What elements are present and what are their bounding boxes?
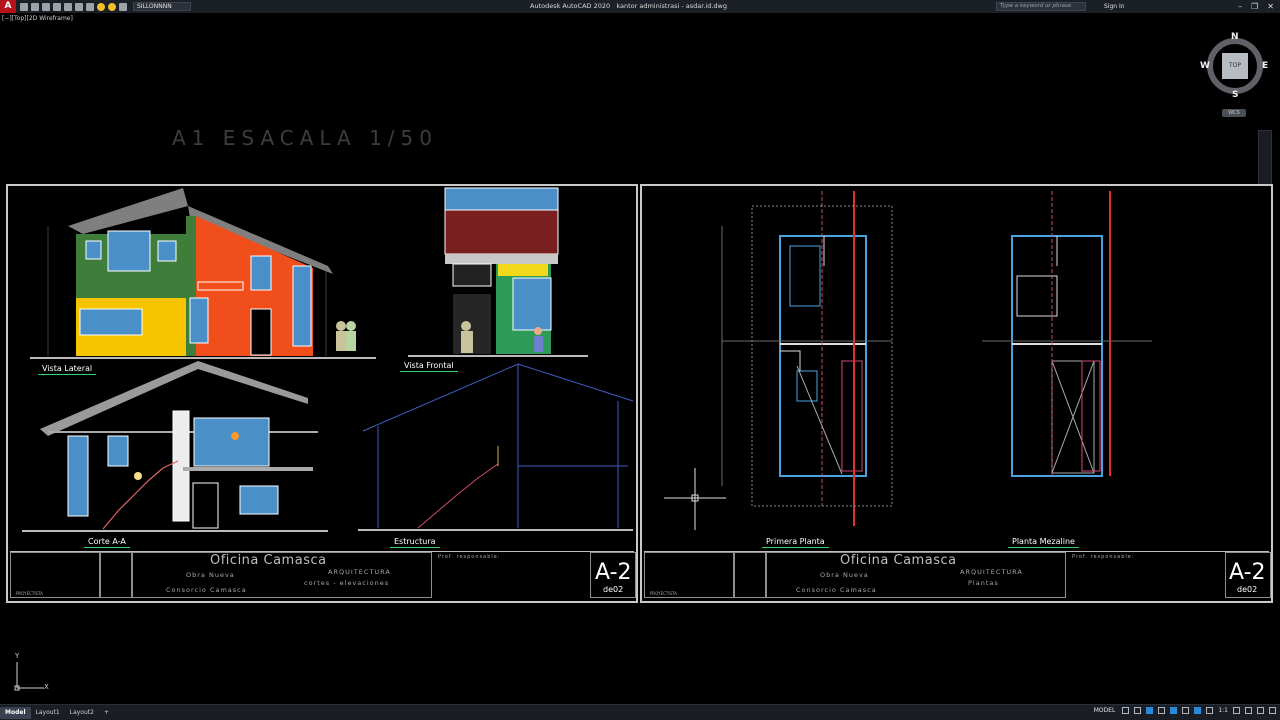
tb-prof: Prof. responsable: [1072, 554, 1135, 560]
sheet-plans[interactable]: Primera Planta Planta Mezaline PROYECTIS… [640, 184, 1273, 603]
undo-icon[interactable] [75, 2, 83, 11]
tb-sheet-number: A-2 [595, 560, 632, 585]
tb-consorcio: Consorcio Camasca [796, 586, 877, 594]
label-vista-lateral: Vista Lateral [37, 364, 97, 375]
vista-frontal-drawing [408, 187, 588, 357]
window-controls: – ❐ ✕ [1238, 0, 1274, 13]
tb-proyectista: PROYECTISTA [16, 591, 43, 596]
osnap-icon[interactable] [1170, 707, 1178, 714]
wcs-menu[interactable]: WCS [1222, 109, 1246, 117]
sheet-elevations[interactable]: Vista Lateral Vista Frontal Corte A-A Es… [6, 184, 638, 603]
close-icon[interactable]: ✕ [1267, 0, 1274, 13]
tab-model[interactable]: Model [0, 706, 31, 719]
tb-de: de02 [603, 585, 624, 594]
corte-drawing [22, 361, 328, 532]
settings-gear-icon[interactable] [1233, 707, 1240, 714]
tb-sheet-number: A-2 [1229, 560, 1266, 585]
sheet-scale-heading: A1 ESACALA 1/50 [172, 126, 438, 150]
tb-area: ARQUITECTURA [960, 568, 1023, 576]
new-icon[interactable] [20, 2, 28, 11]
app-title: Autodesk AutoCAD 2020 [530, 2, 611, 10]
minimize-icon[interactable]: – [1238, 0, 1242, 13]
sign-in-button[interactable]: Sign In [1104, 0, 1125, 13]
layer-lock-icon[interactable] [119, 2, 127, 11]
open-icon[interactable] [31, 2, 39, 11]
autocad-logo[interactable]: A [0, 0, 16, 13]
annotation-scale[interactable]: 1:1 [1218, 707, 1228, 714]
compass-east[interactable]: E [1262, 61, 1268, 71]
save-icon[interactable] [42, 2, 50, 11]
title-bar: A SILLONNNN Autodesk AutoCAD 2020 kantor… [0, 0, 1280, 13]
selection-cycling-icon[interactable] [1194, 707, 1202, 714]
tb-office: Oficina Camasca [210, 553, 327, 568]
add-layout-button[interactable]: + [99, 707, 114, 719]
grid-icon[interactable] [1122, 707, 1130, 714]
status-tools: MODEL 1:1 [1094, 707, 1276, 714]
tb-de: de02 [1237, 585, 1258, 594]
label-vista-frontal: Vista Frontal [400, 361, 458, 372]
label-primera-planta: Primera Planta [762, 537, 829, 548]
lineweight-icon[interactable] [1182, 707, 1190, 714]
ortho-icon[interactable] [1146, 707, 1154, 714]
tb-prof: Prof. responsable: [438, 554, 501, 560]
tab-layout2[interactable]: Layout2 [65, 707, 99, 719]
title-block-left: PROYECTISTA Oficina Camasca Obra Nueva C… [10, 551, 636, 599]
title-block-right: PROYECTISTA Oficina Camasca Obra Nueva C… [644, 551, 1271, 599]
restore-icon[interactable]: ❐ [1251, 0, 1258, 13]
customize-icon[interactable] [1269, 707, 1276, 714]
annotation-icon[interactable] [1206, 707, 1214, 714]
tb-contenido: cortes - elevaciones [304, 579, 390, 587]
search-input[interactable]: Type a keyword or phrase [996, 2, 1086, 11]
ucs-icon: Y X [10, 652, 50, 692]
redo-icon[interactable] [86, 2, 94, 11]
tb-consorcio: Consorcio Camasca [166, 586, 247, 594]
layer-on-icon[interactable] [97, 2, 105, 11]
tb-proyectista: PROYECTISTA [650, 591, 677, 596]
layer-freeze-icon[interactable] [108, 2, 116, 11]
ucs-x-label: X [44, 683, 49, 691]
compass-west[interactable]: W [1200, 61, 1210, 71]
save-as-icon[interactable] [53, 2, 61, 11]
status-bar: Model Layout1 Layout2 + MODEL 1:1 [0, 704, 1280, 720]
planta-mezaline-drawing [982, 191, 1152, 477]
layer-dropdown[interactable]: SILLONNNN [133, 2, 191, 11]
viewport-controls[interactable]: [−][Top][2D Wireframe] [2, 15, 73, 22]
file-name: kantor administrasi - asdar.id.dwg [616, 2, 727, 10]
label-planta-mezaline: Planta Mezaline [1008, 537, 1079, 548]
compass-north[interactable]: N [1231, 32, 1239, 42]
tb-info-cell [100, 552, 132, 598]
primera-planta-drawing [721, 191, 893, 526]
tb-office: Oficina Camasca [840, 553, 957, 568]
tab-layout1[interactable]: Layout1 [31, 707, 65, 719]
snap-icon[interactable] [1134, 707, 1142, 714]
plans-drawing [664, 191, 1152, 530]
estructura-drawing [358, 363, 634, 531]
vista-lateral-drawing [30, 188, 376, 359]
workspace-icon[interactable] [1245, 707, 1252, 714]
compass-south[interactable]: S [1232, 90, 1238, 100]
model-space-button[interactable]: MODEL [1094, 707, 1116, 714]
crosshair-cursor [664, 468, 726, 530]
window-title: Autodesk AutoCAD 2020 kantor administras… [530, 0, 727, 13]
fullscreen-icon[interactable] [1257, 707, 1264, 714]
tb-area: ARQUITECTURA [328, 568, 391, 576]
plot-icon[interactable] [64, 2, 72, 11]
tb-contenido: Plantas [968, 579, 999, 587]
tb-obra: Obra Nueva [186, 571, 235, 579]
ucs-y-label: Y [15, 652, 20, 660]
label-corte: Corte A-A [84, 537, 130, 548]
quick-access-toolbar [20, 2, 127, 11]
polar-icon[interactable] [1158, 707, 1166, 714]
viewcube[interactable]: TOP N S E W [1200, 32, 1268, 100]
tb-info-cell [734, 552, 766, 598]
label-estructura: Estructura [390, 537, 439, 548]
tb-obra: Obra Nueva [820, 571, 869, 579]
viewcube-top-face[interactable]: TOP [1222, 53, 1248, 79]
